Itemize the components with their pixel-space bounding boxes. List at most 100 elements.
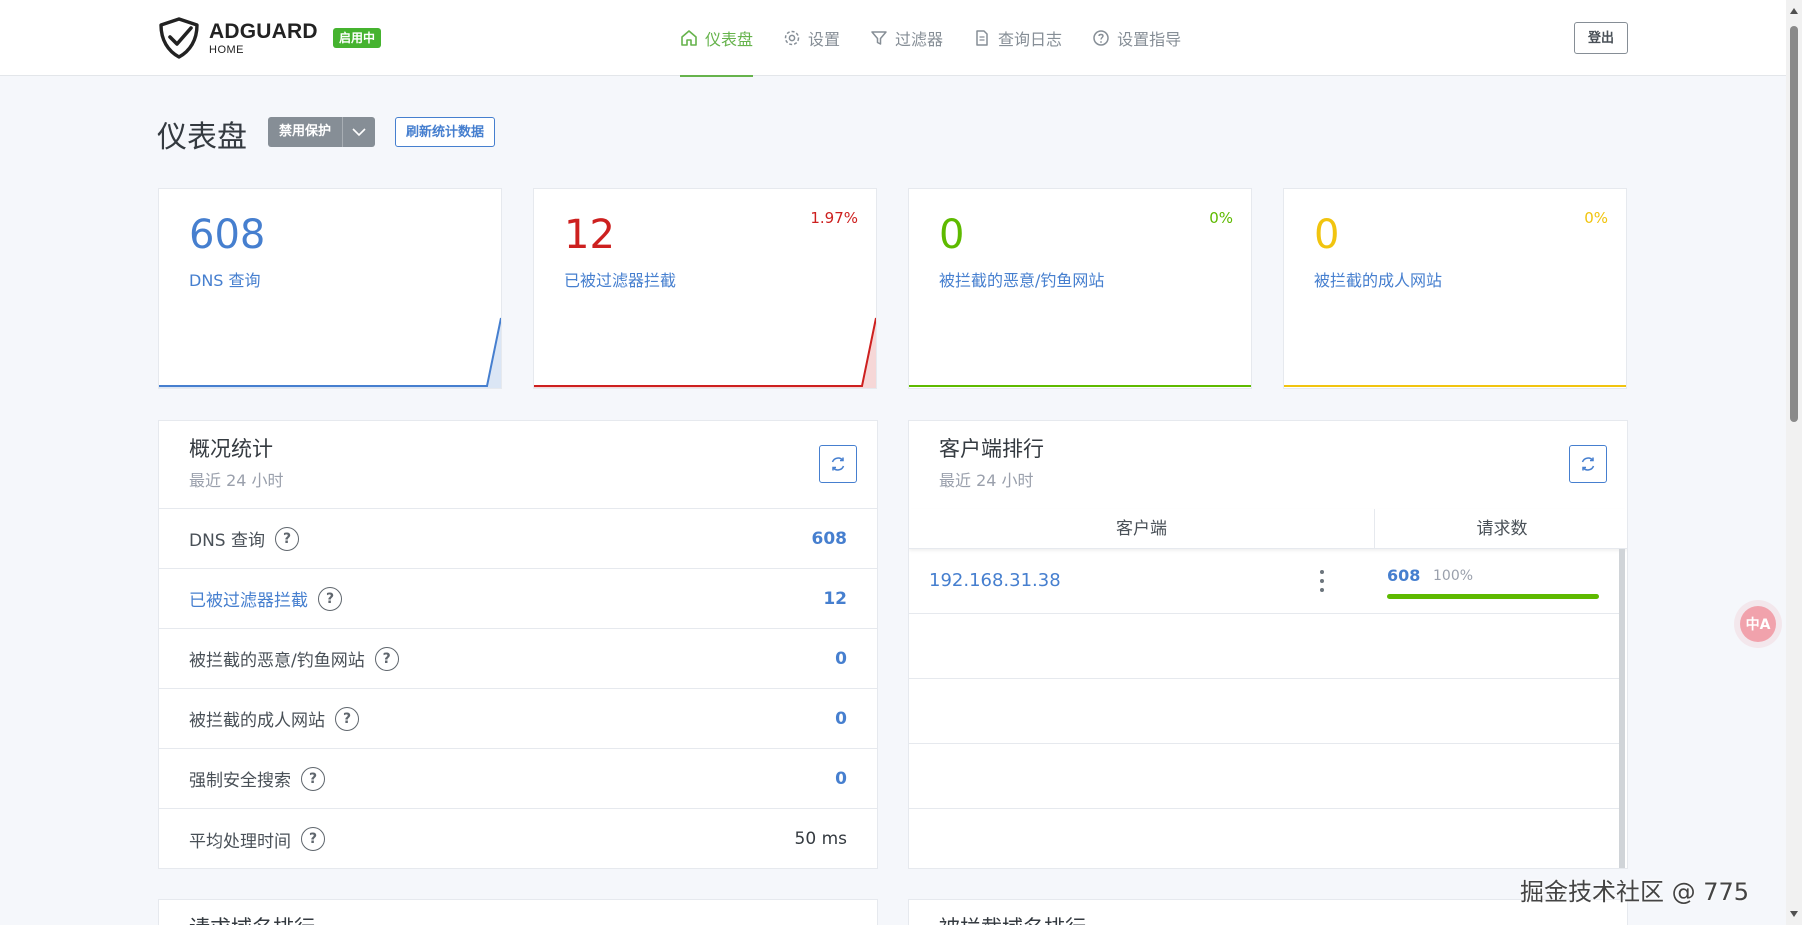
row-value[interactable]: 0 [835,649,847,669]
page-title: 仪表盘 [157,120,247,155]
stat-label: 被拦截的恶意/钓鱼网站 [939,271,1105,290]
stat-card-dns-queries[interactable]: 608 DNS 查询 [158,188,502,389]
request-progress-fill [1387,594,1599,599]
request-count: 608 [1387,566,1421,585]
request-progress-bar [1387,594,1599,599]
panel-subtitle: 最近 24 小时 [939,471,1034,490]
stat-percent: 0% [1209,209,1233,227]
overview-row-blocked-malware: 被拦截的恶意/钓鱼网站 ? 0 [159,629,877,689]
refresh-button[interactable] [1569,445,1607,483]
panel-title: 被拦截域名排行 [939,912,1086,925]
stat-value: 12 [564,212,615,258]
chevron-down-icon[interactable] [342,117,375,147]
stat-value: 0 [1314,212,1340,258]
row-value[interactable]: 608 [812,529,848,549]
stat-label: DNS 查询 [189,271,261,290]
refresh-stats-button[interactable]: 刷新统计数据 [395,117,496,147]
disable-protection-button[interactable]: 禁用保护 [268,117,376,147]
stat-label: 已被过滤器拦截 [564,271,677,290]
logo-subtitle: HOME [209,43,244,56]
overview-panel: 概况统计 最近 24 小时 DNS 查询 ? 608 已被过滤器拦截 ? 12 … [158,420,878,869]
column-header-requests[interactable]: 请求数 [1375,509,1627,549]
main-nav: 仪表盘 设置 过滤器 查询日志 设置指导 [680,0,1211,77]
overview-row-dns-queries: DNS 查询 ? 608 [159,509,877,569]
scroll-up-arrow-icon[interactable] [1790,8,1798,14]
overview-row-safe-search: 强制安全搜索 ? 0 [159,749,877,809]
nav-dashboard[interactable]: 仪表盘 [680,0,754,77]
stat-card-blocked-adult[interactable]: 0 被拦截的成人网站 0% [1283,188,1627,389]
nav-query-log[interactable]: 查询日志 [973,0,1062,76]
help-icon[interactable]: ? [301,827,325,851]
table-row-empty [909,810,1619,868]
scrollbar-thumb[interactable] [1790,26,1798,422]
row-value[interactable]: 0 [835,769,847,789]
row-label: DNS 查询 [189,531,266,551]
row-label-link[interactable]: 已被过滤器拦截 [189,586,308,611]
overview-row-avg-time: 平均处理时间 ? 50 ms [159,809,877,869]
panel-title: 客户端排行 [939,437,1044,461]
panel-title: 请求域名排行 [189,912,315,925]
nav-label: 设置指导 [1117,30,1182,49]
page-scrollbar[interactable] [1786,0,1802,925]
table-row: 192.168.31.38 608 100% [909,550,1619,614]
nav-label: 设置 [808,30,841,49]
filter-icon [871,31,887,45]
nav-settings[interactable]: 设置 [783,0,840,76]
stat-value: 608 [189,212,266,258]
overview-row-blocked-filters: 已被过滤器拦截 ? 12 [159,569,877,629]
more-vertical-icon[interactable] [1319,568,1325,594]
table-row-empty [909,680,1619,744]
gear-icon [784,30,800,46]
column-header-client[interactable]: 客户端 [909,509,1374,549]
status-badge: 启用中 [333,28,382,48]
stat-percent: 1.97% [810,209,858,227]
table-scrollbar[interactable] [1619,549,1625,868]
watermark: 掘金技术社区 @ 775 [1520,878,1750,906]
panel-title: 概况统计 [189,437,273,461]
clients-table-header: 客户端 请求数 [909,509,1627,549]
panel-subtitle: 最近 24 小时 [189,471,284,490]
shield-check-icon [159,17,199,59]
row-value: 50 ms [794,829,847,849]
row-value[interactable]: 0 [835,709,847,729]
translate-float-button[interactable]: 中A [1740,606,1776,642]
refresh-icon [1581,457,1595,471]
help-icon[interactable]: ? [275,526,300,551]
row-label: 强制安全搜索 [189,771,291,791]
refresh-button[interactable] [819,445,857,483]
top-queried-domains-panel: 请求域名排行 [158,899,878,925]
top-clients-panel: 客户端排行 最近 24 小时 客户端 请求数 192.168.31.38 608… [908,420,1628,869]
sparkline [1284,385,1626,387]
stat-percent: 0% [1584,209,1608,227]
logout-button[interactable]: 登出 [1574,22,1628,54]
nav-filters[interactable]: 过滤器 [870,0,943,76]
row-value[interactable]: 12 [823,589,847,609]
row-label: 被拦截的成人网站 [189,711,325,731]
stat-card-blocked-malware[interactable]: 0 被拦截的恶意/钓鱼网站 0% [908,188,1252,389]
table-row-empty [909,745,1619,809]
sparkline [159,317,501,388]
help-icon[interactable]: ? [318,586,342,611]
nav-label: 查询日志 [998,30,1063,49]
stat-card-blocked-by-filters[interactable]: 12 已被过滤器拦截 1.97% [533,188,877,389]
overview-row-blocked-adult: 被拦截的成人网站 ? 0 [159,689,877,749]
help-circle-icon [1093,30,1109,46]
nav-setup-guide[interactable]: 设置指导 [1092,0,1181,76]
request-percent: 100% [1433,568,1474,584]
document-icon [976,30,988,46]
help-icon[interactable]: ? [335,706,359,731]
help-icon[interactable]: ? [301,766,325,791]
client-ip-link[interactable]: 192.168.31.38 [929,570,1061,591]
row-label: 被拦截的恶意/钓鱼网站 [189,651,365,671]
nav-label: 仪表盘 [705,30,754,49]
stat-value: 0 [939,212,965,258]
sparkline [909,385,1251,387]
adguard-logo[interactable]: ADGUARD HOME [157,16,318,60]
help-icon[interactable]: ? [374,646,399,671]
refresh-icon [831,457,845,471]
scroll-down-arrow-icon[interactable] [1790,911,1798,917]
nav-label: 过滤器 [895,30,944,49]
sparkline [534,317,876,388]
stat-label: 被拦截的成人网站 [1314,271,1443,290]
disable-protection-label: 禁用保护 [279,124,332,139]
